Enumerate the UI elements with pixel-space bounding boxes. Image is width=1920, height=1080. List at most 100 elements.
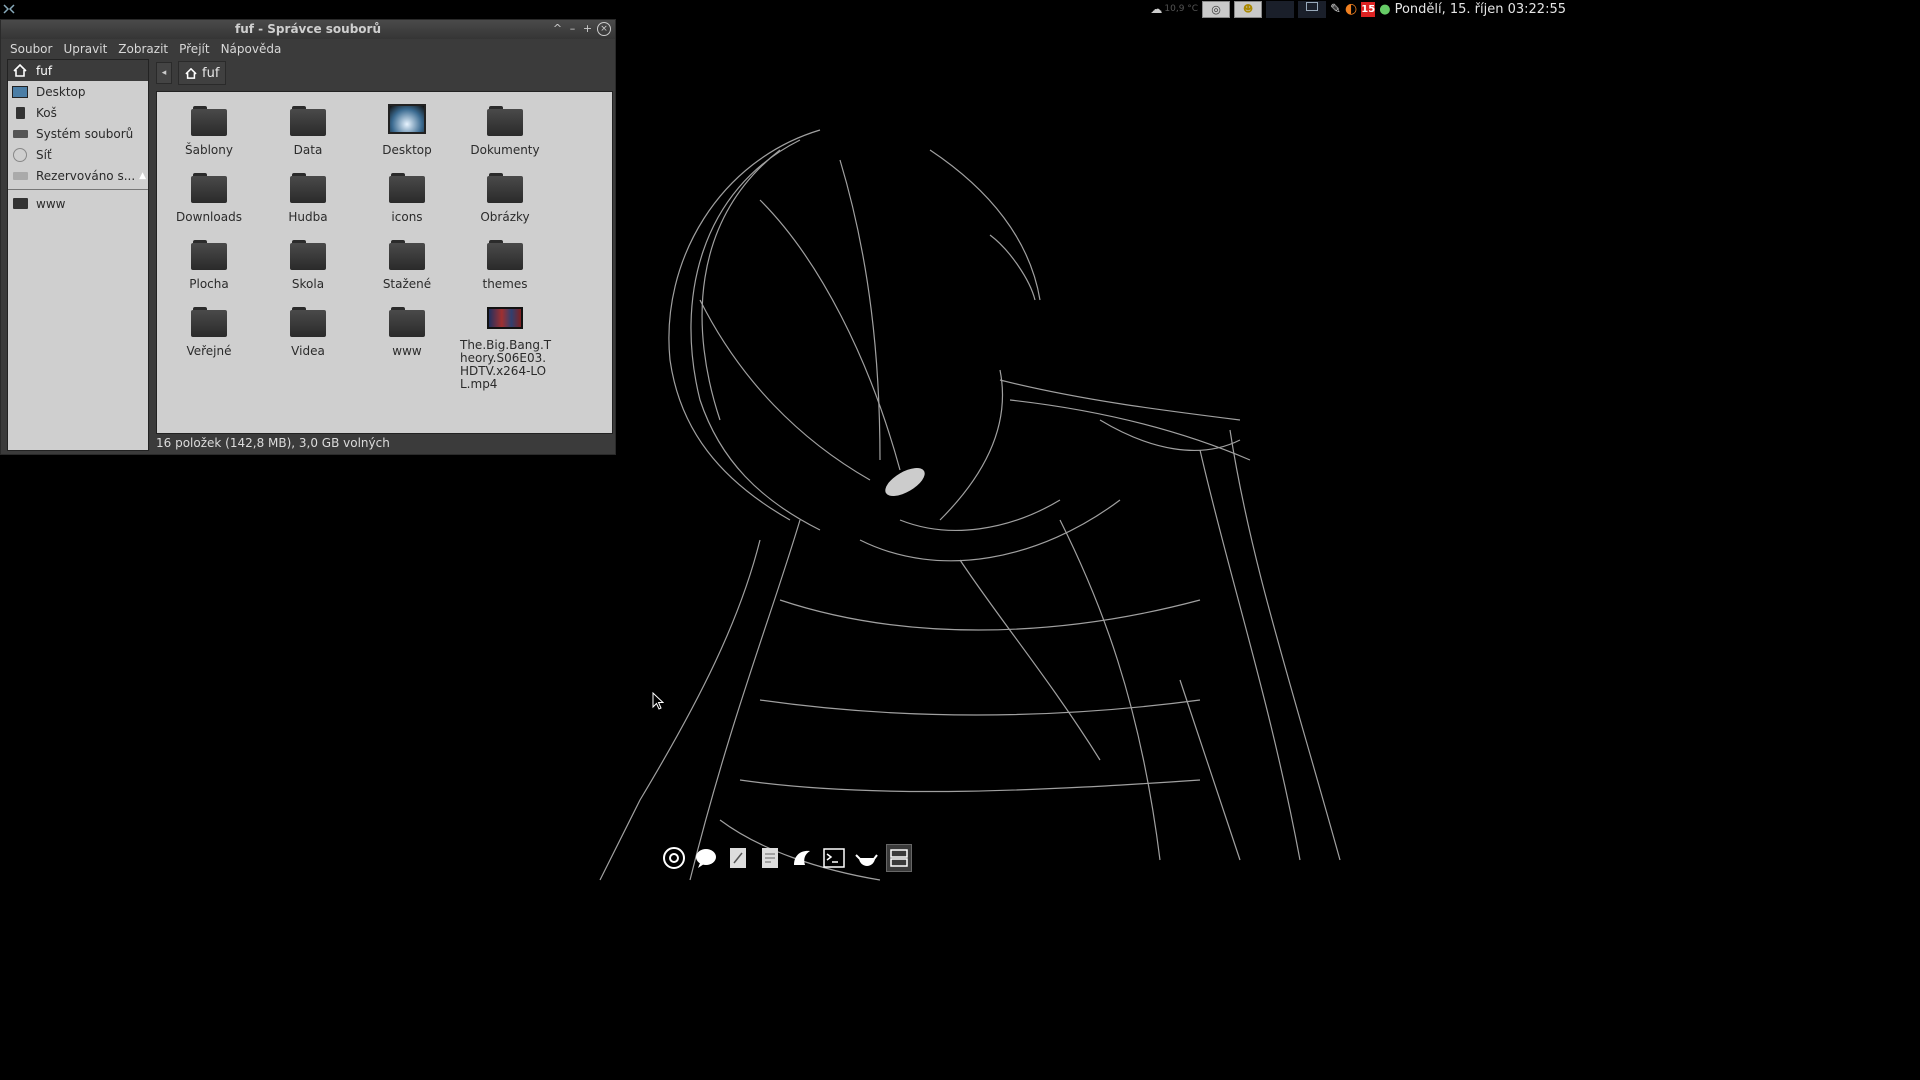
location-toolbar: ◂ fuf — [156, 61, 227, 85]
weather-widget[interactable]: ☁ 10,9 °C — [1150, 2, 1198, 16]
eject-icon[interactable]: ▲ — [139, 171, 146, 181]
top-panel: ☁ 10,9 °C ◎ ☻ ✎ ◐ 15 ● Pondělí, 15. říje… — [0, 0, 1568, 18]
file-name: Obrázky — [480, 210, 530, 224]
pen-icon[interactable]: ✎ — [1330, 2, 1341, 17]
file-item[interactable]: Dokumenty — [460, 106, 550, 157]
file-name: Hudba — [288, 210, 328, 224]
window-icon — [1306, 1, 1319, 11]
file-name: icons — [391, 210, 423, 224]
sidebar-item-desktop[interactable]: Desktop — [8, 81, 148, 102]
file-item[interactable]: themes — [460, 240, 550, 291]
app-menu-icon[interactable] — [2, 2, 16, 16]
sidebar-item-label: Desktop — [36, 84, 86, 99]
file-name: Dokumenty — [470, 143, 540, 157]
dock — [662, 840, 912, 876]
file-item[interactable]: The.Big.Bang.Theory.S06E03.HDTV.x264-LOL… — [457, 303, 553, 391]
workspace-thumb-2[interactable]: ☻ — [1234, 0, 1263, 18]
video-thumbnail-icon — [487, 307, 523, 329]
folder-icon — [12, 197, 28, 211]
folder-icon — [191, 106, 227, 136]
file-manager-icon[interactable] — [886, 844, 912, 872]
file-item[interactable]: Veřejné — [164, 307, 254, 358]
home-icon — [12, 64, 28, 78]
folder-icon — [290, 307, 326, 337]
terminal-icon[interactable] — [822, 845, 846, 871]
text-editor-icon[interactable] — [726, 845, 750, 871]
file-name: Plocha — [189, 277, 229, 291]
file-item[interactable]: Data — [263, 106, 353, 157]
file-item[interactable]: Šablony — [164, 106, 254, 157]
close-button[interactable]: × — [597, 22, 611, 36]
workspace-thumb-3[interactable] — [1266, 0, 1295, 18]
workspace-thumb-4[interactable] — [1298, 0, 1327, 18]
places-sidebar: fuf Desktop Koš Systém souborů Síť Rezer… — [7, 59, 149, 451]
menu-zobrazit[interactable]: Zobrazit — [118, 42, 168, 56]
file-name: www — [392, 344, 422, 358]
shade-button[interactable]: ^ — [552, 22, 563, 36]
file-name: Skola — [291, 277, 325, 291]
drive-icon — [12, 127, 28, 141]
file-name: Videa — [291, 344, 325, 358]
menu-upravit[interactable]: Upravit — [63, 42, 107, 56]
file-item[interactable]: www — [362, 307, 452, 358]
workspace-thumb-chrome[interactable]: ◎ — [1202, 0, 1231, 18]
chat-icon[interactable] — [694, 845, 718, 871]
window-titlebar[interactable]: fuf - Správce souborů ^ – + × — [1, 20, 615, 39]
trash-icon — [12, 106, 28, 120]
file-item[interactable]: Plocha — [164, 240, 254, 291]
folder-icon — [487, 106, 523, 136]
file-name: Veřejné — [186, 344, 232, 358]
file-item[interactable]: Stažené — [362, 240, 452, 291]
file-item[interactable]: Hudba — [263, 173, 353, 224]
file-name: themes — [482, 277, 528, 291]
folder-icon — [487, 173, 523, 203]
folder-icon — [191, 240, 227, 270]
sidebar-item-label: Koš — [36, 105, 57, 120]
folder-icon — [389, 173, 425, 203]
system-tray: ☁ 10,9 °C ◎ ☻ ✎ ◐ 15 ● Pondělí, 15. říje… — [1150, 0, 1568, 18]
menu-napoveda[interactable]: Nápověda — [221, 42, 282, 56]
teapot-icon[interactable] — [854, 845, 878, 871]
back-button[interactable]: ◂ — [156, 62, 172, 84]
sidebar-item-filesystem[interactable]: Systém souborů — [8, 123, 148, 144]
sidebar-item-trash[interactable]: Koš — [8, 102, 148, 123]
sidebar-item-reserved[interactable]: Rezervováno s... ▲ — [8, 165, 148, 186]
sidebar-item-fuf[interactable]: fuf — [8, 60, 148, 81]
chrome-icon[interactable] — [662, 845, 686, 871]
mouse-cursor-icon — [652, 692, 664, 710]
sidebar-item-label: Systém souborů — [36, 126, 134, 141]
maximize-button[interactable]: + — [582, 22, 593, 36]
file-item[interactable]: Skola — [263, 240, 353, 291]
file-name: Downloads — [176, 210, 242, 224]
sidebar-item-network[interactable]: Síť — [8, 144, 148, 165]
file-name: Šablony — [185, 143, 233, 157]
menubar: Soubor Upravit Zobrazit Přejít Nápověda — [1, 39, 615, 59]
file-name: Desktop — [382, 143, 432, 157]
folder-icon — [389, 307, 425, 337]
monitor-icon — [388, 104, 426, 134]
folder-icon — [191, 173, 227, 203]
menu-soubor[interactable]: Soubor — [10, 42, 52, 56]
sidebar-item-label: Síť — [36, 147, 52, 162]
breadcrumb-label: fuf — [202, 65, 220, 81]
file-name: The.Big.Bang.Theory.S06E03.HDTV.x264-LOL… — [460, 338, 552, 391]
folder-icon — [191, 307, 227, 337]
file-item[interactable]: Videa — [263, 307, 353, 358]
sidebar-item-www[interactable]: www — [8, 193, 148, 214]
menu-prejit[interactable]: Přejít — [179, 42, 209, 56]
tomboy-icon[interactable]: ◐ — [1345, 1, 1357, 17]
file-item[interactable]: icons — [362, 173, 452, 224]
breadcrumb-home[interactable]: fuf — [178, 61, 227, 85]
network-status-icon[interactable]: ● — [1379, 2, 1390, 17]
document-icon[interactable] — [758, 845, 782, 871]
file-item[interactable]: Desktop — [362, 104, 452, 157]
file-item[interactable]: Obrázky — [460, 173, 550, 224]
folder-icon — [290, 240, 326, 270]
calendar-icon[interactable]: 15 — [1361, 1, 1376, 17]
minimize-button[interactable]: – — [567, 22, 578, 36]
tomboy-icon[interactable] — [790, 845, 814, 871]
clock[interactable]: Pondělí, 15. říjen 03:22:55 — [1395, 2, 1568, 17]
file-view: Šablony Data Desktop Dokumenty Downloads… — [156, 91, 613, 434]
file-item[interactable]: Downloads — [164, 173, 254, 224]
folder-icon — [487, 240, 523, 270]
